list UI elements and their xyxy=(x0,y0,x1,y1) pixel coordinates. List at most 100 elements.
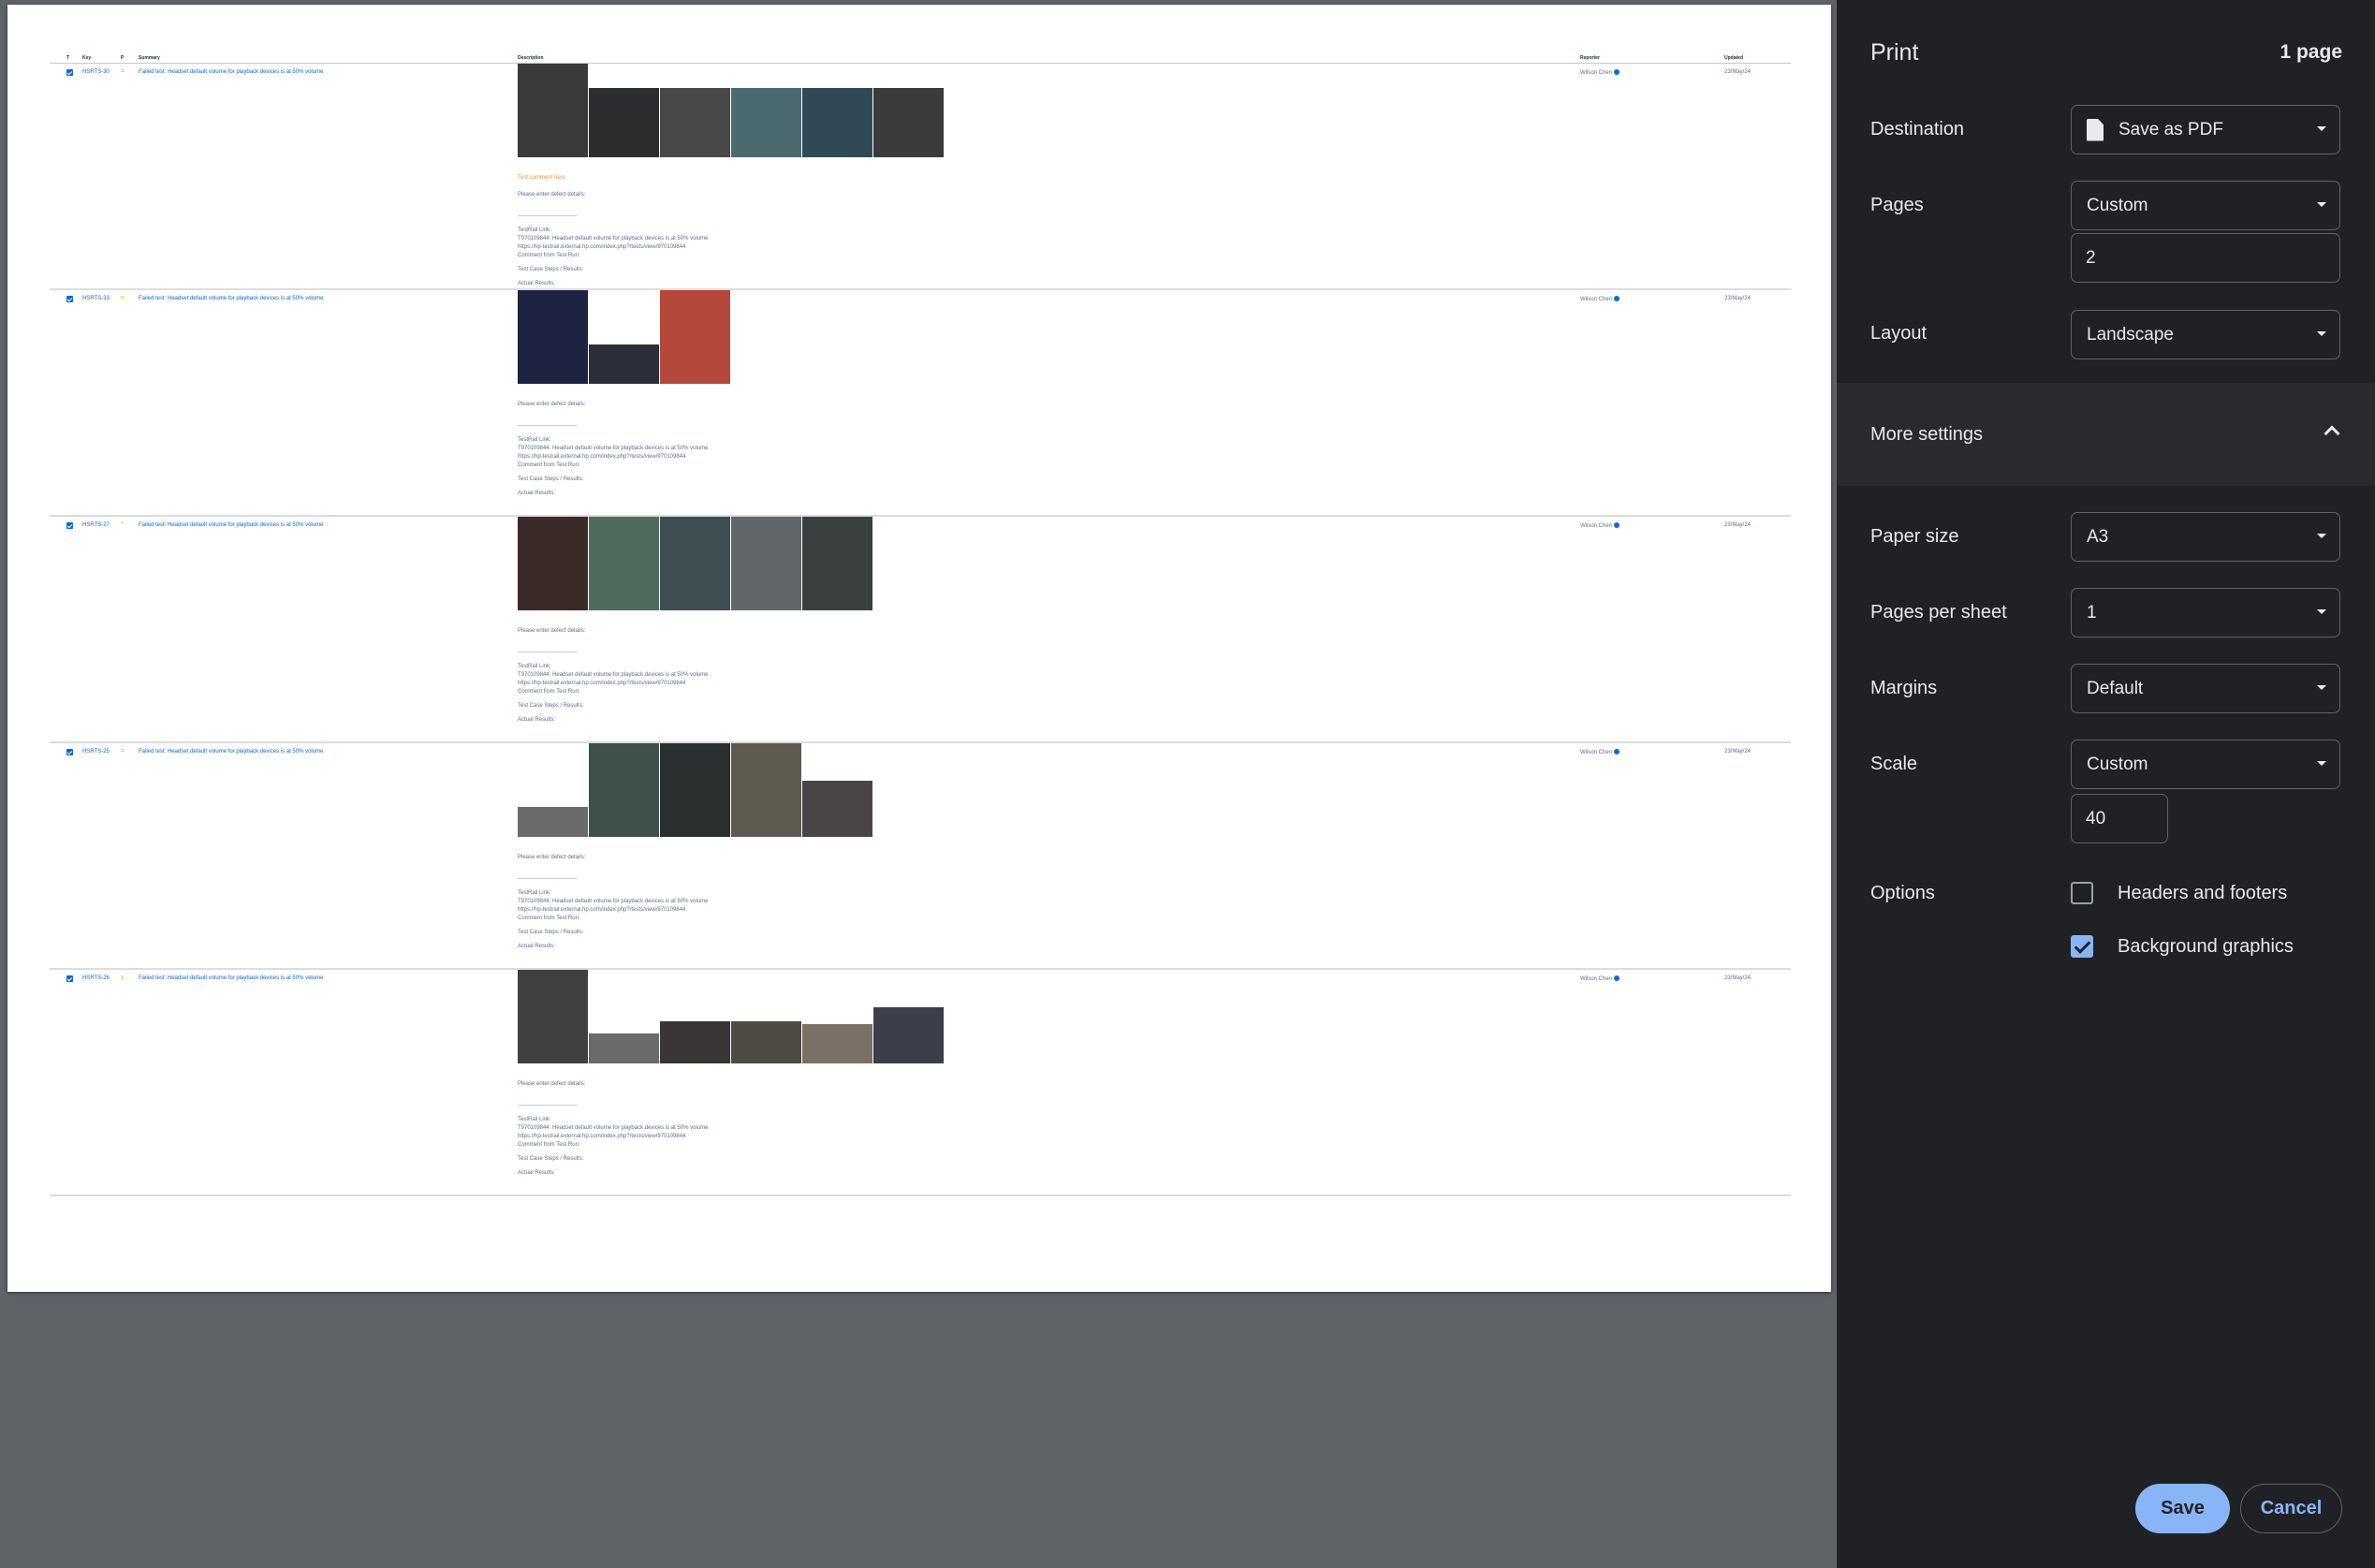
options-label: Options xyxy=(1870,883,1935,903)
desc-line: T970109844: Headset default volume for p… xyxy=(518,236,709,242)
attachment-thumbnail[interactable] xyxy=(589,743,659,837)
attachment-thumbnail[interactable] xyxy=(731,517,801,610)
issue-key-link[interactable]: HSRTS-26 xyxy=(82,975,110,981)
desc-line: T970109844: Headset default volume for p… xyxy=(518,1125,709,1131)
desc-separator: ----------------------------------------… xyxy=(518,650,577,655)
priority-icon: = xyxy=(121,748,125,755)
attachment-thumbnail[interactable] xyxy=(802,781,872,837)
save-button[interactable]: Save xyxy=(2135,1484,2230,1533)
more-settings-label: More settings xyxy=(1870,424,1984,445)
attachment-thumbnail[interactable] xyxy=(660,517,730,610)
attachment-thumbnail[interactable] xyxy=(589,344,659,384)
issue-description: Test comment here Please enter defect det… xyxy=(518,64,1173,288)
destination-label: Destination xyxy=(1870,119,1965,139)
reporter-name: Wilson Chen xyxy=(1580,523,1613,529)
desc-line: TestRail Link: xyxy=(518,1117,551,1122)
reporter: Wilson Chen xyxy=(1580,522,1620,529)
attachment-thumbnail[interactable] xyxy=(660,88,730,157)
issue-key-link[interactable]: HSRTS-27 xyxy=(82,522,110,528)
desc-line: Actual Results: xyxy=(518,717,556,723)
desc-separator: ----------------------------------------… xyxy=(518,1103,577,1108)
attachment-thumbnail[interactable] xyxy=(518,807,588,837)
more-settings-toggle[interactable]: More settings xyxy=(1837,383,2375,486)
issue-key-link[interactable]: HSRTS-33 xyxy=(82,296,110,301)
attachment-thumbnail[interactable] xyxy=(802,517,872,610)
desc-separator: ----------------------------------------… xyxy=(518,423,577,429)
attachment-thumbnail[interactable] xyxy=(518,290,588,384)
destination-select[interactable]: Save as PDF xyxy=(2071,105,2340,154)
updated-date: 23/May/24 xyxy=(1724,522,1752,528)
issue-description: Please enter defect details: ------------… xyxy=(518,517,1173,725)
issue-key-link[interactable]: HSRTS-30 xyxy=(82,69,110,75)
desc-line: Test Case Steps / Results: xyxy=(518,476,584,482)
attachment-thumbnail[interactable] xyxy=(731,743,801,837)
attachment-thumbnail[interactable] xyxy=(802,1024,872,1063)
attachment-thumbnail[interactable] xyxy=(660,743,730,837)
issue-summary-link[interactable]: Failed test: Headset default volume for … xyxy=(139,522,323,528)
testrail-link[interactable]: https://hp-testrail.external.hp.com/inde… xyxy=(518,1133,1173,1141)
pages-input[interactable]: 2 xyxy=(2071,233,2340,283)
attachment-thumbnail[interactable] xyxy=(873,88,944,157)
attachment-thumbnail[interactable] xyxy=(518,970,588,1063)
issue-summary-link[interactable]: Failed test: Headset default volume for … xyxy=(139,69,323,75)
attachment-thumbnail[interactable] xyxy=(873,1007,944,1063)
table-row: HSRTS-30 = Failed test: Headset default vo… xyxy=(50,64,1791,290)
margins-select[interactable]: Default xyxy=(2071,664,2340,713)
issue-key-link[interactable]: HSRTS-25 xyxy=(82,749,110,755)
col-header-summary: Summary xyxy=(139,55,160,61)
pages-per-sheet-value: 1 xyxy=(2087,602,2097,623)
attachment-thumbnail[interactable] xyxy=(660,1021,730,1063)
info-icon xyxy=(1614,749,1620,755)
testrail-link[interactable]: https://hp-testrail.external.hp.com/inde… xyxy=(518,453,1173,462)
issue-summary-link[interactable]: Failed test: Headset default volume for … xyxy=(139,296,323,301)
desc-line: Actual Results: xyxy=(518,491,556,496)
table-row: HSRTS-25 = Failed test: Headset default vo… xyxy=(50,743,1791,970)
info-icon xyxy=(1614,296,1620,301)
attachment-thumbnail[interactable] xyxy=(802,88,872,157)
headers-footers-label[interactable]: Headers and footers xyxy=(2118,883,2287,904)
headers-footers-checkbox[interactable] xyxy=(2071,882,2093,904)
pages-select[interactable]: Custom xyxy=(2071,181,2340,230)
col-header-type: T xyxy=(66,55,70,61)
desc-line: Test Case Steps / Results: xyxy=(518,267,584,272)
attachment-thumbnail[interactable] xyxy=(518,517,588,610)
cancel-button[interactable]: Cancel xyxy=(2240,1484,2342,1533)
testrail-link[interactable]: https://hp-testrail.external.hp.com/inde… xyxy=(518,243,1173,252)
scale-label: Scale xyxy=(1870,754,1918,774)
background-graphics-label[interactable]: Background graphics xyxy=(2118,936,2294,958)
attachment-thumbnail[interactable] xyxy=(589,517,659,610)
issue-summary-link[interactable]: Failed test: Headset default volume for … xyxy=(139,975,323,981)
paper-size-value: A3 xyxy=(2087,526,2109,547)
priority-icon: = xyxy=(121,68,125,75)
desc-line: Test Case Steps / Results: xyxy=(518,1156,584,1162)
page-count: 1 page xyxy=(2280,41,2342,63)
attachment-strip xyxy=(518,517,1173,610)
paper-size-label: Paper size xyxy=(1870,526,1959,547)
scale-input[interactable]: 40 xyxy=(2071,794,2168,843)
issue-summary-link[interactable]: Failed test: Headset default volume for … xyxy=(139,749,323,755)
attachment-thumbnail[interactable] xyxy=(518,64,588,157)
desc-line: Actual Results: xyxy=(518,1170,556,1176)
attachment-thumbnail[interactable] xyxy=(731,1021,801,1063)
table-header: T Key P Summary Description Reporter Upd… xyxy=(50,50,1791,64)
reporter: Wilson Chen xyxy=(1580,69,1620,76)
attachment-thumbnail[interactable] xyxy=(589,1033,659,1063)
attachment-thumbnail[interactable] xyxy=(660,290,730,384)
priority-icon: = xyxy=(121,295,125,301)
testrail-link[interactable]: https://hp-testrail.external.hp.com/inde… xyxy=(518,906,1173,915)
desc-line: Comment from Test Run: xyxy=(518,1142,580,1148)
attachment-thumbnail[interactable] xyxy=(589,88,659,157)
attachment-thumbnail[interactable] xyxy=(731,88,801,157)
background-graphics-checkbox[interactable] xyxy=(2071,935,2093,958)
testrail-link[interactable]: https://hp-testrail.external.hp.com/inde… xyxy=(518,680,1173,688)
paper-size-select[interactable]: A3 xyxy=(2071,512,2340,562)
scale-select[interactable]: Custom xyxy=(2071,740,2340,789)
issue-description: Please enter defect details: ------------… xyxy=(518,970,1173,1178)
pages-per-sheet-select[interactable]: 1 xyxy=(2071,588,2340,637)
desc-line: T970109844: Headset default volume for p… xyxy=(518,672,709,678)
issue-description: Please enter defect details: ------------… xyxy=(518,290,1173,498)
margins-value: Default xyxy=(2087,678,2144,698)
layout-select[interactable]: Landscape xyxy=(2071,310,2340,359)
col-header-reporter: Reporter xyxy=(1580,55,1600,61)
attachment-strip xyxy=(518,743,1173,837)
